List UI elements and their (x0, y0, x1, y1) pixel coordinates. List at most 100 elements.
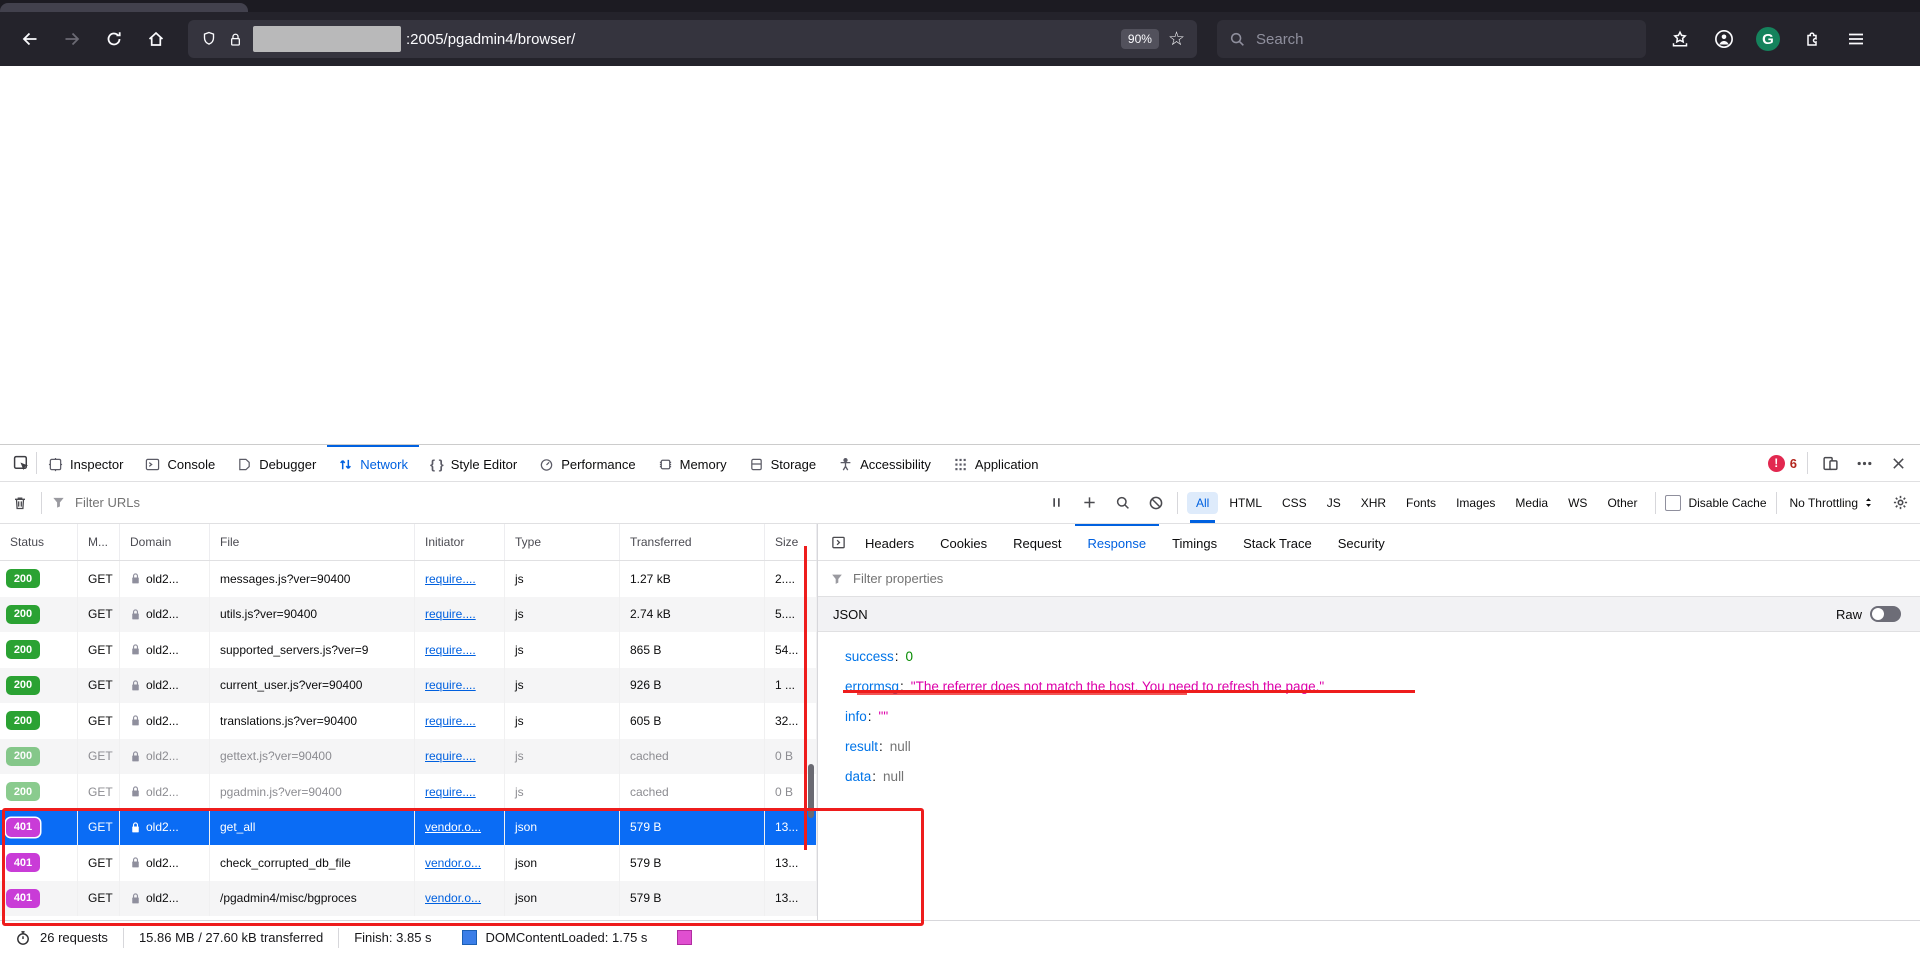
devtools-tab-performance[interactable]: Performance (528, 445, 646, 481)
column-header-transferred[interactable]: Transferred (620, 524, 765, 560)
initiator-link[interactable]: require.... (425, 678, 476, 692)
filter-pill-images[interactable]: Images (1447, 492, 1504, 514)
lock-icon (130, 750, 141, 763)
lock-icon[interactable] (227, 31, 244, 48)
search-bar[interactable]: Search (1217, 20, 1646, 58)
filter-properties-input[interactable]: Filter properties (853, 571, 943, 586)
size-cell: 5.... (765, 597, 817, 633)
browser-tab[interactable] (0, 3, 248, 12)
request-row[interactable]: 200GETold2...supported_servers.js?ver=9r… (0, 632, 817, 668)
json-property-result[interactable]: result:null (845, 731, 1920, 761)
request-row[interactable]: 200GETold2...messages.js?ver=90400requir… (0, 561, 817, 597)
json-property-success[interactable]: success:0 (845, 641, 1920, 671)
initiator-link[interactable]: require.... (425, 714, 476, 728)
initiator-link[interactable]: vendor.o... (425, 856, 481, 870)
initiator-link[interactable]: require.... (425, 572, 476, 586)
devtools-tab-storage[interactable]: Storage (738, 445, 828, 481)
details-tab-request[interactable]: Request (1000, 524, 1074, 560)
devtools-tab-memory[interactable]: Memory (647, 445, 738, 481)
filter-pill-fonts[interactable]: Fonts (1397, 492, 1445, 514)
request-row[interactable]: 200GETold2...translations.js?ver=90400re… (0, 703, 817, 739)
throttling-select[interactable]: No Throttling (1786, 496, 1879, 510)
request-row[interactable]: 200GETold2...pgadmin.js?ver=90400require… (0, 774, 817, 810)
column-header-status[interactable]: Status (0, 524, 78, 560)
details-tab-headers[interactable]: Headers (852, 524, 927, 560)
add-request-button[interactable] (1078, 491, 1102, 515)
scrollbar-thumb[interactable] (808, 764, 814, 818)
split-panel-toggle-button[interactable] (824, 524, 852, 560)
devtools-tab-debugger[interactable]: Debugger (226, 445, 327, 481)
devtools-tab-network[interactable]: Network (327, 445, 419, 481)
url-bar[interactable]: :2005/pgadmin4/browser/ 90% (188, 20, 1197, 58)
request-row[interactable]: 401GETold2.../pgadmin4/misc/bgprocesvend… (0, 881, 817, 917)
clear-requests-button[interactable] (8, 491, 32, 515)
zoom-level-badge[interactable]: 90% (1121, 29, 1159, 49)
colon: : (895, 649, 899, 664)
shield-icon[interactable] (200, 30, 218, 48)
column-header-initiator[interactable]: Initiator (415, 524, 505, 560)
initiator-link[interactable]: vendor.o... (425, 891, 481, 905)
filter-pill-all[interactable]: All (1187, 492, 1218, 514)
devtools-more-button[interactable] (1852, 451, 1876, 475)
column-header-m-[interactable]: M... (78, 524, 120, 560)
forward-button[interactable] (54, 21, 90, 57)
request-row[interactable]: 200GETold2...current_user.js?ver=90400re… (0, 668, 817, 704)
devtools-close-button[interactable] (1886, 451, 1910, 475)
grammarly-extension-button[interactable] (1750, 21, 1786, 57)
column-header-size[interactable]: Size (765, 524, 817, 560)
filter-pill-other[interactable]: Other (1598, 492, 1646, 514)
extensions-button[interactable] (1794, 21, 1830, 57)
error-count-badge[interactable]: !6 (1768, 455, 1797, 472)
url-text[interactable]: :2005/pgadmin4/browser/ (406, 31, 575, 48)
filter-pill-css[interactable]: CSS (1273, 492, 1316, 514)
details-tab-response[interactable]: Response (1075, 524, 1160, 560)
filter-pill-js[interactable]: JS (1318, 492, 1350, 514)
bookmarks-menu-button[interactable] (1662, 21, 1698, 57)
method-cell: GET (78, 845, 120, 881)
bookmark-star-icon[interactable] (1168, 30, 1185, 49)
initiator-link[interactable]: vendor.o... (425, 820, 481, 834)
initiator-link[interactable]: require.... (425, 643, 476, 657)
menu-button[interactable] (1838, 21, 1874, 57)
request-row[interactable]: 401GETold2...get_allvendor.o...json579 B… (0, 810, 817, 846)
filter-pill-xhr[interactable]: XHR (1352, 492, 1395, 514)
details-tab-timings[interactable]: Timings (1159, 524, 1230, 560)
pick-element-button[interactable] (6, 445, 36, 481)
disable-cache-checkbox[interactable]: Disable Cache (1665, 495, 1766, 511)
json-property-errormsg[interactable]: errormsg:"The referrer does not match th… (845, 671, 1920, 701)
network-settings-button[interactable] (1888, 491, 1912, 515)
devtools-tab-style-editor[interactable]: { }Style Editor (419, 445, 528, 481)
devtools-tab-accessibility[interactable]: Accessibility (827, 445, 942, 481)
devtools-tab-application[interactable]: Application (942, 445, 1050, 481)
search-requests-button[interactable] (1111, 491, 1135, 515)
initiator-link[interactable]: require.... (425, 607, 476, 621)
reload-button[interactable] (96, 21, 132, 57)
json-section-header[interactable]: JSON Raw (818, 597, 1920, 632)
column-header-type[interactable]: Type (505, 524, 620, 560)
request-row[interactable]: 200GETold2...utils.js?ver=90400require..… (0, 597, 817, 633)
details-tab-stack-trace[interactable]: Stack Trace (1230, 524, 1325, 560)
json-property-data[interactable]: data:null (845, 761, 1920, 791)
filter-pill-media[interactable]: Media (1506, 492, 1557, 514)
devtools-tab-inspector[interactable]: Inspector (37, 445, 134, 481)
account-button[interactable] (1706, 21, 1742, 57)
devtools-tab-console[interactable]: Console (134, 445, 226, 481)
json-property-info[interactable]: info:"" (845, 701, 1920, 731)
details-tab-security[interactable]: Security (1325, 524, 1398, 560)
filter-urls-input[interactable]: Filter URLs (75, 495, 140, 510)
responsive-design-button[interactable] (1818, 451, 1842, 475)
filter-pill-ws[interactable]: WS (1559, 492, 1596, 514)
column-header-file[interactable]: File (210, 524, 415, 560)
initiator-link[interactable]: require.... (425, 785, 476, 799)
raw-toggle[interactable] (1870, 606, 1901, 622)
pause-requests-button[interactable] (1045, 491, 1069, 515)
details-tab-cookies[interactable]: Cookies (927, 524, 1000, 560)
back-button[interactable] (12, 21, 48, 57)
initiator-link[interactable]: require.... (425, 749, 476, 763)
filter-pill-html[interactable]: HTML (1220, 492, 1271, 514)
column-header-domain[interactable]: Domain (120, 524, 210, 560)
home-button[interactable] (138, 21, 174, 57)
block-requests-button[interactable] (1144, 491, 1168, 515)
request-row[interactable]: 401GETold2...check_corrupted_db_filevend… (0, 845, 817, 881)
request-row[interactable]: 200GETold2...gettext.js?ver=90400require… (0, 739, 817, 775)
